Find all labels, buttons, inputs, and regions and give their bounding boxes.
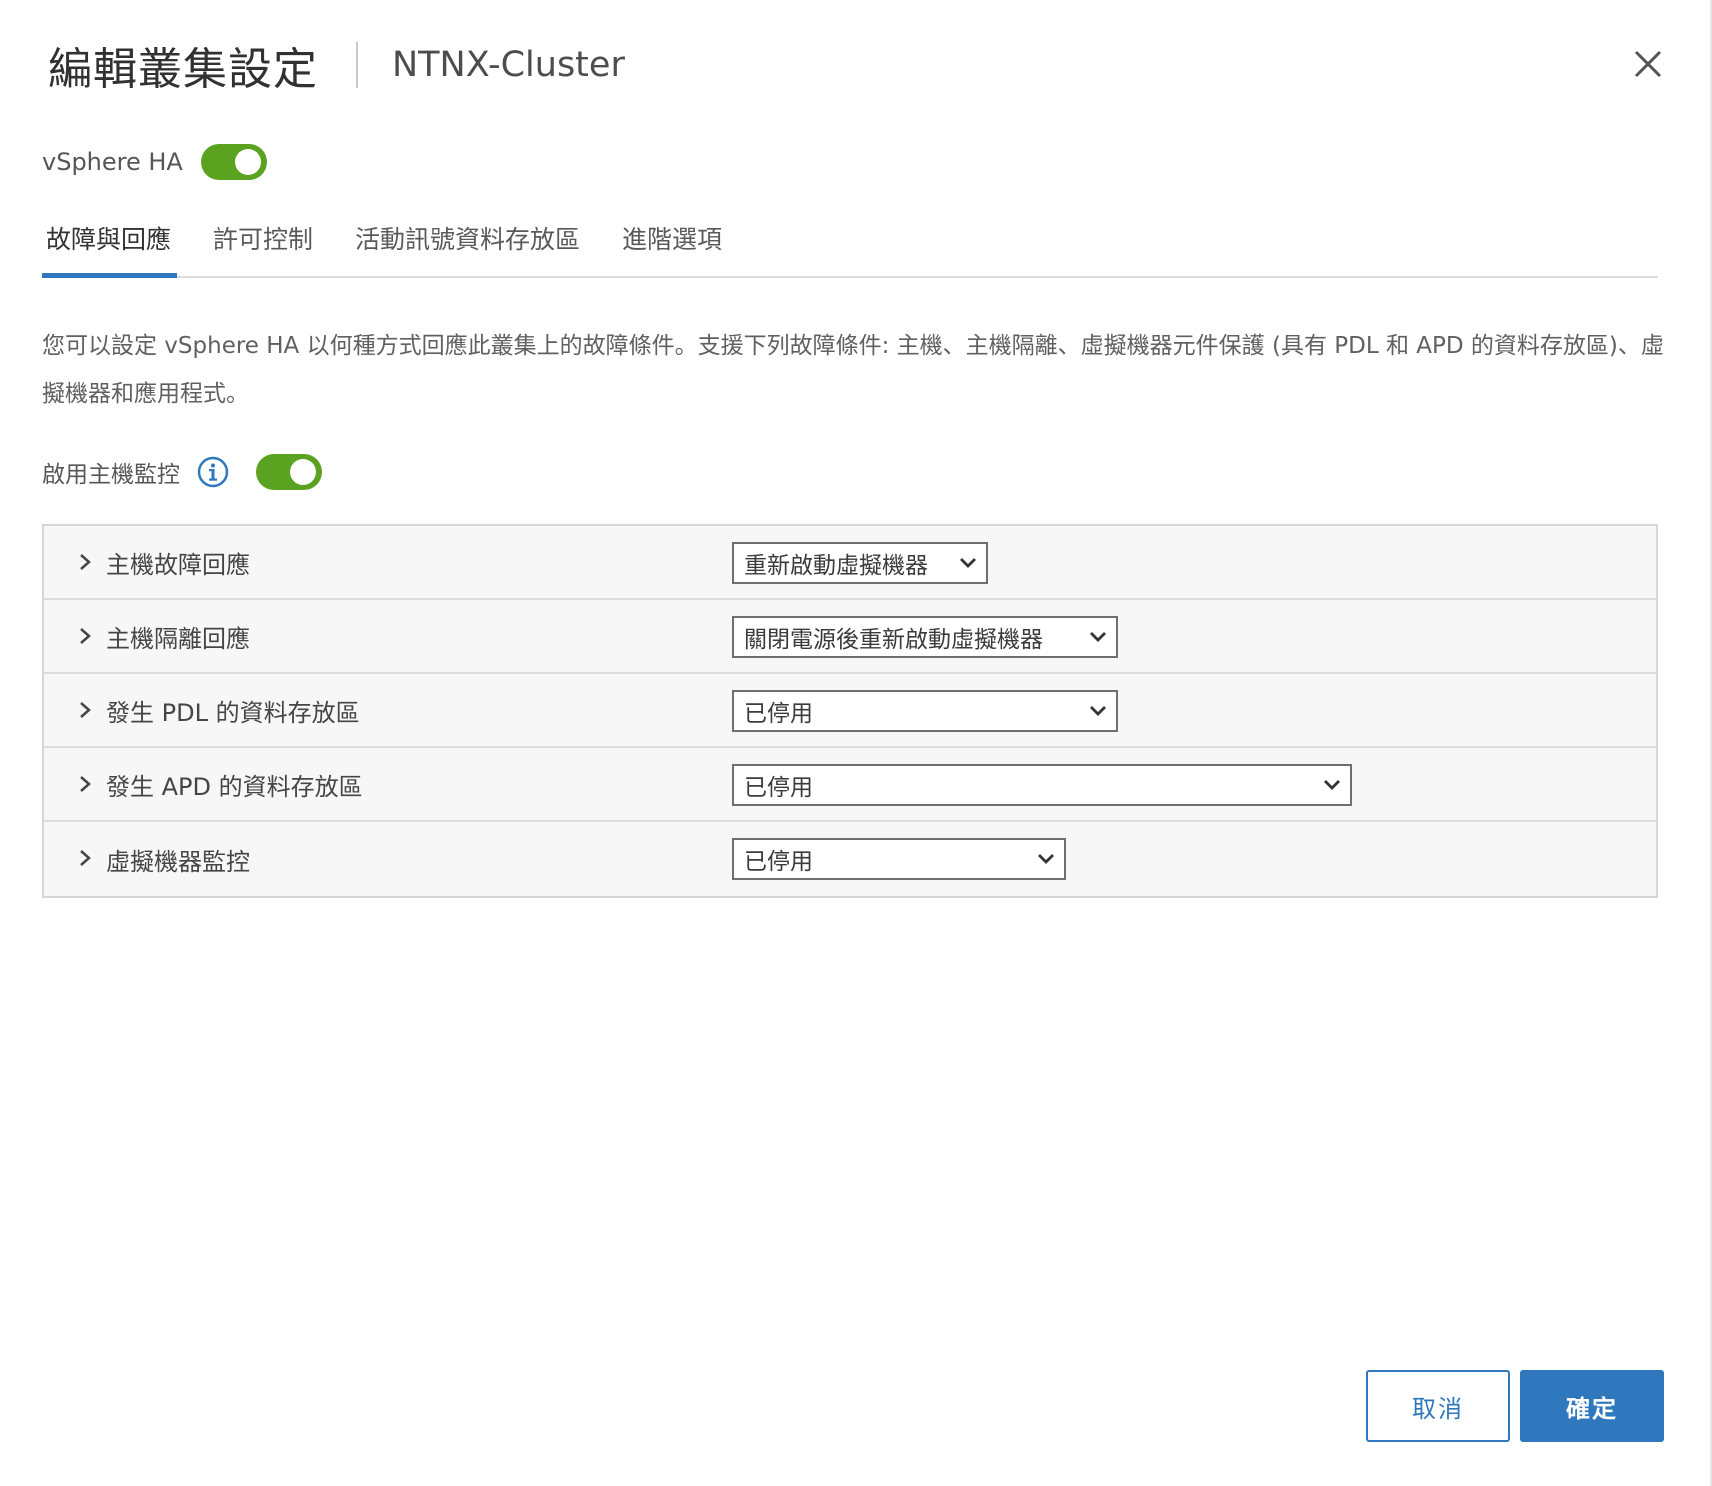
datastore-apd-select[interactable]: 已停用 — [732, 764, 1352, 806]
tab-heartbeat-datastores[interactable]: 活動訊號資料存放區 — [349, 210, 586, 276]
tab-failures-and-responses[interactable]: 故障與回應 — [42, 210, 178, 278]
toggle-knob — [290, 459, 316, 485]
chevron-down-icon — [1036, 851, 1056, 867]
chevron-right-icon[interactable] — [74, 624, 96, 648]
dialog-header: 編輯叢集設定 NTNX-Cluster — [48, 30, 625, 100]
setting-row-host-failure-response[interactable]: 主機故障回應 重新啟動虛擬機器 — [44, 526, 1656, 600]
select-value: 重新啟動虛擬機器 — [744, 553, 928, 579]
setting-row-datastore-pdl[interactable]: 發生 PDL 的資料存放區 已停用 — [44, 674, 1656, 748]
vsphere-ha-label: vSphere HA — [42, 148, 183, 176]
setting-label: 主機隔離回應 — [106, 624, 250, 653]
select-value: 已停用 — [744, 701, 813, 727]
tab-advanced-options[interactable]: 進階選項 — [616, 210, 728, 276]
chevron-right-icon[interactable] — [74, 550, 96, 574]
setting-row-vm-monitoring[interactable]: 虛擬機器監控 已停用 — [44, 822, 1656, 896]
cluster-name: NTNX-Cluster — [392, 45, 625, 85]
vsphere-ha-toggle[interactable] — [200, 144, 267, 180]
setting-label: 發生 PDL 的資料存放區 — [106, 698, 360, 727]
chevron-right-icon[interactable] — [74, 772, 96, 796]
host-monitoring-toggle[interactable] — [256, 454, 322, 490]
select-value: 已停用 — [744, 849, 813, 875]
chevron-down-icon — [1322, 777, 1342, 793]
chevron-right-icon[interactable] — [74, 846, 96, 870]
edit-cluster-settings-dialog: 編輯叢集設定 NTNX-Cluster vSphere HA 故障與回應 許可控… — [0, 0, 1712, 1486]
select-value: 關閉電源後重新啟動虛擬機器 — [744, 627, 1043, 653]
host-monitoring-row: 啟用主機監控 — [42, 452, 322, 492]
host-isolation-response-select[interactable]: 關閉電源後重新啟動虛擬機器 — [732, 616, 1118, 658]
failure-response-settings: 主機故障回應 重新啟動虛擬機器 主機隔離回應 關閉電源後重新啟動虛擬機器 發生 … — [42, 524, 1658, 898]
description-text: 您可以設定 vSphere HA 以何種方式回應此叢集上的故障條件。支援下列故障… — [42, 333, 1664, 407]
setting-label: 主機故障回應 — [106, 550, 250, 579]
vsphere-ha-row: vSphere HA — [42, 142, 267, 182]
cancel-button[interactable]: 取消 — [1366, 1370, 1510, 1442]
toggle-knob — [234, 149, 261, 175]
setting-row-datastore-apd[interactable]: 發生 APD 的資料存放區 已停用 — [44, 748, 1656, 822]
tab-bar: 故障與回應 許可控制 活動訊號資料存放區 進階選項 — [42, 210, 1658, 278]
chevron-down-icon — [1088, 629, 1108, 645]
info-icon[interactable] — [196, 455, 230, 489]
title-divider — [356, 42, 358, 88]
setting-label: 發生 APD 的資料存放區 — [106, 772, 363, 801]
datastore-pdl-select[interactable]: 已停用 — [732, 690, 1118, 732]
dialog-title: 編輯叢集設定 — [48, 44, 318, 95]
close-icon — [1634, 50, 1662, 78]
select-value: 已停用 — [744, 775, 813, 801]
close-button[interactable] — [1628, 44, 1668, 84]
vm-monitoring-select[interactable]: 已停用 — [732, 838, 1066, 880]
chevron-down-icon — [958, 555, 978, 571]
setting-label: 虛擬機器監控 — [106, 847, 250, 876]
chevron-down-icon — [1088, 703, 1108, 719]
host-failure-response-select[interactable]: 重新啟動虛擬機器 — [732, 542, 988, 584]
tab-admission-control[interactable]: 許可控制 — [207, 210, 319, 276]
chevron-right-icon[interactable] — [74, 698, 96, 722]
setting-row-host-isolation-response[interactable]: 主機隔離回應 關閉電源後重新啟動虛擬機器 — [44, 600, 1656, 674]
ok-button[interactable]: 確定 — [1520, 1370, 1664, 1442]
host-monitoring-label: 啟用主機監控 — [42, 462, 180, 488]
